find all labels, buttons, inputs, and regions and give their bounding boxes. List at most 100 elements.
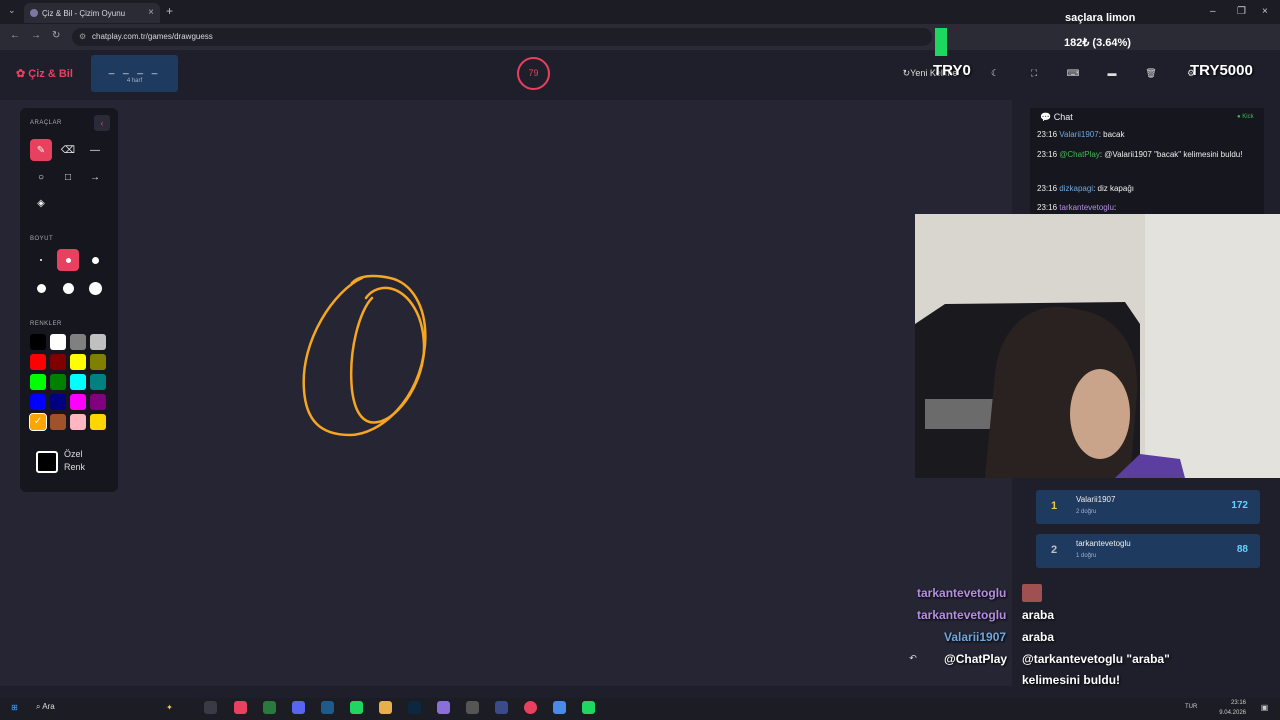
leaderboard-row: 2 tarkantevetoglu 1 doğru 88 [1036, 534, 1260, 568]
collapse-panel-button[interactable]: ‹ [94, 115, 110, 131]
size-5-button[interactable] [57, 277, 79, 299]
color-swatch[interactable] [70, 334, 86, 350]
app-logo[interactable]: ✿ Çiz & Bil [16, 67, 73, 80]
leaderboard-rank: 2 [1051, 544, 1058, 556]
size-section-label: BOYUT [30, 236, 54, 242]
app-icon[interactable] [437, 701, 450, 714]
leaderboard-correct-count: 1 doğru [1076, 553, 1097, 559]
fullscreen-icon: ⛶ [1030, 67, 1038, 78]
custom-color-button[interactable] [36, 451, 58, 473]
fullscreen-button[interactable]: ⛶ [1023, 60, 1045, 86]
url-input[interactable]: ⚙ chatplay.com.tr/games/drawguess [72, 28, 932, 46]
color-swatch[interactable] [70, 394, 86, 410]
language-indicator[interactable]: TUR [1185, 704, 1197, 710]
overlay-chat-text: araba [1022, 630, 1055, 644]
color-swatch[interactable] [90, 414, 106, 430]
app-icon[interactable] [234, 701, 247, 714]
close-tab-icon[interactable]: × [148, 7, 154, 18]
copilot-icon[interactable]: ✦ [163, 701, 176, 714]
app-icon[interactable] [553, 701, 566, 714]
color-swatch[interactable] [90, 374, 106, 390]
app-icon[interactable] [582, 701, 595, 714]
size-6-button[interactable] [84, 277, 106, 299]
leaderboard-row: 1 Valarii1907 2 doğru 172 [1036, 490, 1260, 524]
rectangle-tool-button[interactable]: □ [57, 166, 79, 188]
close-window-icon[interactable]: × [1262, 6, 1268, 17]
site-info-icon[interactable]: ⚙ [79, 28, 86, 46]
leaderboard-rank: 1 [1051, 500, 1058, 512]
arrow-tool-button[interactable]: → [84, 166, 106, 188]
color-swatch[interactable] [30, 334, 46, 350]
task-view-icon[interactable] [204, 701, 217, 714]
reload-icon[interactable]: ↻ [52, 30, 60, 41]
back-icon[interactable]: ← [10, 30, 20, 41]
color-swatch[interactable] [50, 394, 66, 410]
color-swatch[interactable]: ✓ [29, 413, 47, 431]
color-swatch[interactable] [90, 394, 106, 410]
theme-toggle-button[interactable]: ☾ [984, 60, 1006, 86]
color-swatch[interactable] [50, 354, 66, 370]
color-swatch[interactable] [70, 354, 86, 370]
app-icon[interactable] [466, 701, 479, 714]
clock-date[interactable]: 9.04.2026 [1214, 710, 1246, 716]
size-3-button[interactable] [84, 249, 106, 271]
new-tab-icon[interactable]: + [166, 4, 173, 18]
chat-header: 💬 Chat [1040, 112, 1073, 122]
keyboard-button[interactable]: ⌨ [1062, 60, 1084, 86]
word-hint-box: _ _ _ _ 4 harf [91, 55, 178, 92]
browser-tab[interactable]: Çiz & Bil - Çizim Oyunu × [24, 3, 160, 23]
maximize-icon[interactable]: ❐ [1237, 6, 1246, 17]
color-swatch[interactable] [30, 374, 46, 390]
size-4-button[interactable] [30, 277, 52, 299]
drawing-canvas[interactable] [0, 100, 1012, 686]
overlay-chat-user: tarkantevetoglu [917, 608, 1007, 622]
forward-icon[interactable]: → [31, 30, 41, 41]
undo-button[interactable]: ↶ [903, 648, 923, 668]
start-icon[interactable]: ⊞ [8, 701, 21, 714]
line-tool-button[interactable]: — [84, 139, 106, 161]
windows-taskbar [0, 698, 1280, 720]
app-icon[interactable] [263, 701, 276, 714]
notification-icon[interactable]: ▣ [1258, 701, 1271, 714]
paint-bucket-icon: ◈ [37, 197, 45, 209]
circle-tool-button[interactable]: ○ [30, 166, 52, 188]
color-swatch[interactable] [90, 334, 106, 350]
clear-canvas-button[interactable]: 🗑 [1140, 60, 1162, 86]
panel-icon: ▬ [1107, 68, 1117, 78]
color-swatch[interactable] [90, 354, 106, 370]
color-swatch[interactable] [50, 414, 66, 430]
color-swatch[interactable] [70, 374, 86, 390]
leaderboard-name: Valarii1907 [1076, 495, 1116, 504]
fill-tool-button[interactable]: ◈ [30, 192, 52, 214]
size-1-button[interactable] [30, 249, 52, 271]
color-swatch[interactable] [50, 374, 66, 390]
chat-bubble-icon: 💬 [1040, 112, 1054, 122]
chat-message: 23:16 tarkantevetoglu: [1037, 203, 1117, 212]
minimize-icon[interactable]: – [1210, 6, 1216, 17]
chrome-icon[interactable] [524, 701, 537, 714]
file-explorer-icon[interactable] [379, 701, 392, 714]
keyboard-icon: ⌨ [1066, 67, 1080, 78]
spotify-icon[interactable] [350, 701, 363, 714]
refresh-icon: ↻ [902, 67, 911, 78]
color-swatch[interactable] [30, 354, 46, 370]
size-2-button[interactable] [57, 249, 79, 271]
app-icon[interactable] [321, 701, 334, 714]
custom-color-label: Özel Renk [64, 449, 86, 472]
tab-list-icon[interactable]: ⌄ [8, 5, 16, 16]
platform-badge: ● Kick [1237, 114, 1254, 120]
chat-message: 23:16 dizkapagi: diz kapağı [1037, 184, 1134, 193]
color-swatch[interactable] [70, 414, 86, 430]
discord-icon[interactable] [292, 701, 305, 714]
photoshop-icon[interactable] [408, 701, 421, 714]
chat-user: dizkapagi [1059, 184, 1094, 193]
taskbar-search[interactable]: ⌕ Ara [36, 702, 55, 712]
color-swatch[interactable] [30, 394, 46, 410]
color-swatch[interactable] [50, 334, 66, 350]
pen-tool-button[interactable]: ✎ [30, 139, 52, 161]
clock-time[interactable]: 23:16 [1214, 700, 1246, 706]
eraser-tool-button[interactable]: ⌫ [57, 139, 79, 161]
tools-panel: ARAÇLAR ✎ ⌫ — ○ □ → ◈ BOYUT RENKLER ✓ [20, 108, 118, 492]
app-icon[interactable] [495, 701, 508, 714]
layout-button[interactable]: ▬ [1101, 60, 1123, 86]
